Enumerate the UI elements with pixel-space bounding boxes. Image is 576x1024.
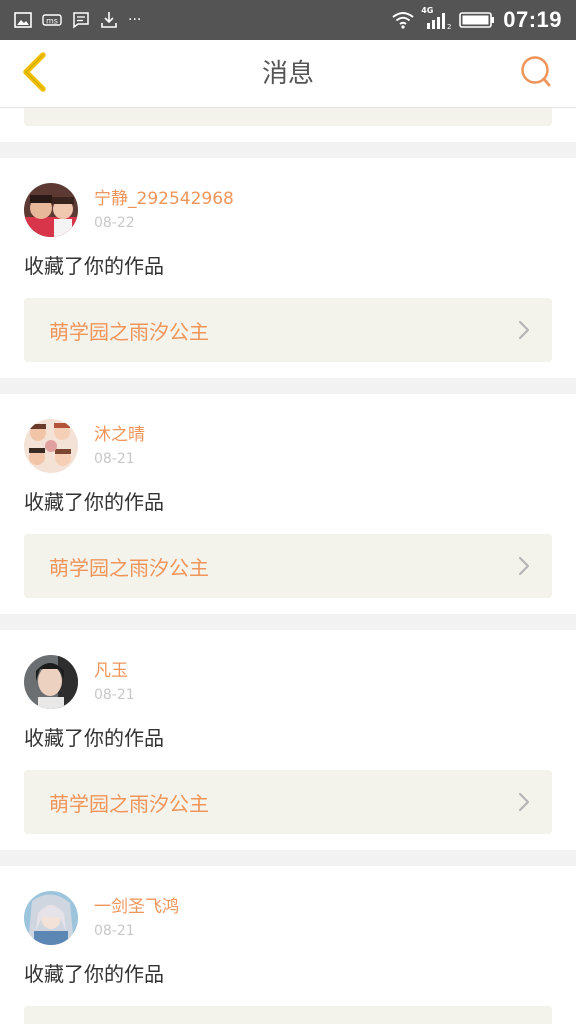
signal-icon: 4G 2 [421,6,451,30]
divider [0,142,576,158]
status-bar: ms ··· 4G 2 07:19 [0,0,576,40]
message-action: 收藏了你的作品 [24,490,164,514]
clock: 07:19 [503,7,562,32]
message-card-partial [0,108,576,142]
message-card: 凡玉 08-21 收藏了你的作品 萌学园之雨汐公主 [0,630,576,850]
chevron-left-icon [19,51,49,97]
network-type: 4G [421,6,434,15]
work-title: 萌学园之雨汐公主 [49,555,209,580]
work-link[interactable]: 萌学园之雨汐公主 [24,298,552,362]
back-button[interactable] [10,50,58,98]
wifi-icon [391,11,415,29]
user-name[interactable]: 一剑圣飞鸿 [94,896,179,918]
work-link-partial[interactable] [24,108,552,126]
battery-icon [459,11,495,29]
message-card: 一剑圣飞鸿 08-21 收藏了你的作品 [0,866,576,1024]
message-action: 收藏了你的作品 [24,726,164,750]
download-icon [100,11,118,29]
nav-header: 消息 [0,40,576,108]
message-action: 收藏了你的作品 [24,962,164,986]
avatar[interactable] [24,183,78,237]
message-date: 08-22 [94,214,135,231]
avatar[interactable] [24,891,78,945]
page-title: 消息 [261,59,314,89]
message-date: 08-21 [94,922,135,939]
avatar[interactable] [24,655,78,709]
more-notifications-icon: ··· [128,12,142,28]
message-date: 08-21 [94,686,135,703]
message-icon [72,11,90,29]
message-list[interactable]: 宁静_292542968 08-22 收藏了你的作品 萌学园之雨汐公主 沐之晴 … [0,108,576,1024]
message-date: 08-21 [94,450,135,467]
divider [0,378,576,394]
chevron-right-icon [518,556,530,576]
divider [0,850,576,866]
work-link[interactable]: 萌学园之雨汐公主 [24,770,552,834]
message-action: 收藏了你的作品 [24,254,164,278]
work-link[interactable] [24,1006,552,1024]
work-title: 萌学园之雨汐公主 [49,319,209,344]
work-link[interactable]: 萌学园之雨汐公主 [24,534,552,598]
message-card: 宁静_292542968 08-22 收藏了你的作品 萌学园之雨汐公主 [0,158,576,378]
search-icon [519,55,553,93]
user-name[interactable]: 宁静_292542968 [94,188,234,210]
user-name[interactable]: 沐之晴 [94,424,145,446]
gallery-icon [14,12,32,28]
svg-text:2: 2 [447,23,451,30]
message-card: 沐之晴 08-21 收藏了你的作品 萌学园之雨汐公主 [0,394,576,614]
user-name[interactable]: 凡玉 [94,660,135,682]
app-icon: ms [42,13,62,27]
divider [0,614,576,630]
chevron-right-icon [518,320,530,340]
search-button[interactable] [514,52,558,96]
work-title: 萌学园之雨汐公主 [49,791,209,816]
chevron-right-icon [518,792,530,812]
svg-text:ms: ms [46,17,58,26]
avatar[interactable] [24,419,78,473]
